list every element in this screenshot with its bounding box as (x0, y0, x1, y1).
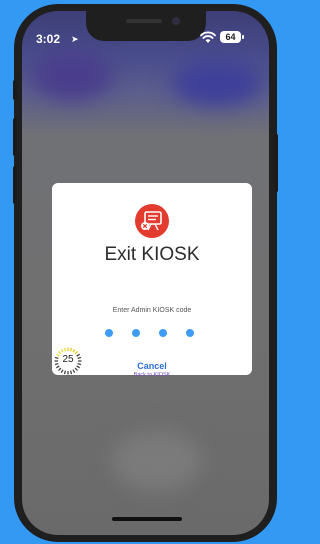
location-arrow-icon: ➤ (71, 34, 79, 44)
timer-tick (76, 365, 81, 369)
pin-dot (132, 329, 140, 337)
background-blob (112, 431, 202, 491)
pin-dot (159, 329, 167, 337)
battery-cap (242, 35, 244, 39)
pin-dot (105, 329, 113, 337)
volume-up-button (13, 118, 17, 156)
notch (86, 11, 206, 41)
dialog-title: Exit KIOSK (104, 244, 200, 265)
power-button (275, 134, 278, 192)
timer-tick (72, 369, 76, 374)
action-button (13, 80, 17, 100)
speaker (126, 19, 162, 23)
pin-dots[interactable] (52, 329, 252, 339)
timer-tick (63, 347, 67, 352)
timer-tick (69, 347, 73, 352)
timer-tick (74, 367, 79, 372)
screen: 3:02 ➤ 64 Exit KIOSK Enter Admin KIOSK c… (22, 11, 269, 535)
cancel-label: Cancel (137, 361, 167, 371)
timer-tick (60, 369, 64, 374)
status-time: 3:02 (36, 32, 61, 46)
kiosk-exit-icon (135, 204, 169, 238)
wifi-icon (200, 31, 216, 43)
timer-tick (72, 348, 76, 353)
timer-tick (57, 367, 62, 372)
timer-tick (55, 365, 60, 369)
exit-kiosk-dialog: Exit KIOSK Enter Admin KIOSK code 25 Can… (52, 183, 252, 378)
timer-tick (63, 370, 67, 375)
background-blob (32, 51, 112, 101)
pin-prompt: Enter Admin KIOSK code (112, 307, 192, 314)
timer-tick (69, 370, 73, 375)
background-blob (172, 61, 262, 106)
volume-down-button (13, 166, 17, 204)
home-indicator[interactable] (112, 517, 182, 521)
timer-tick (60, 348, 64, 353)
cancel-button[interactable]: Cancel Back to KIOSK (122, 361, 182, 378)
battery-indicator: 64 (220, 31, 241, 43)
countdown-value: 25 (62, 354, 74, 365)
camera-icon (172, 17, 180, 25)
cancel-sublabel: Back to KIOSK (133, 372, 171, 378)
pin-dot (186, 329, 194, 337)
